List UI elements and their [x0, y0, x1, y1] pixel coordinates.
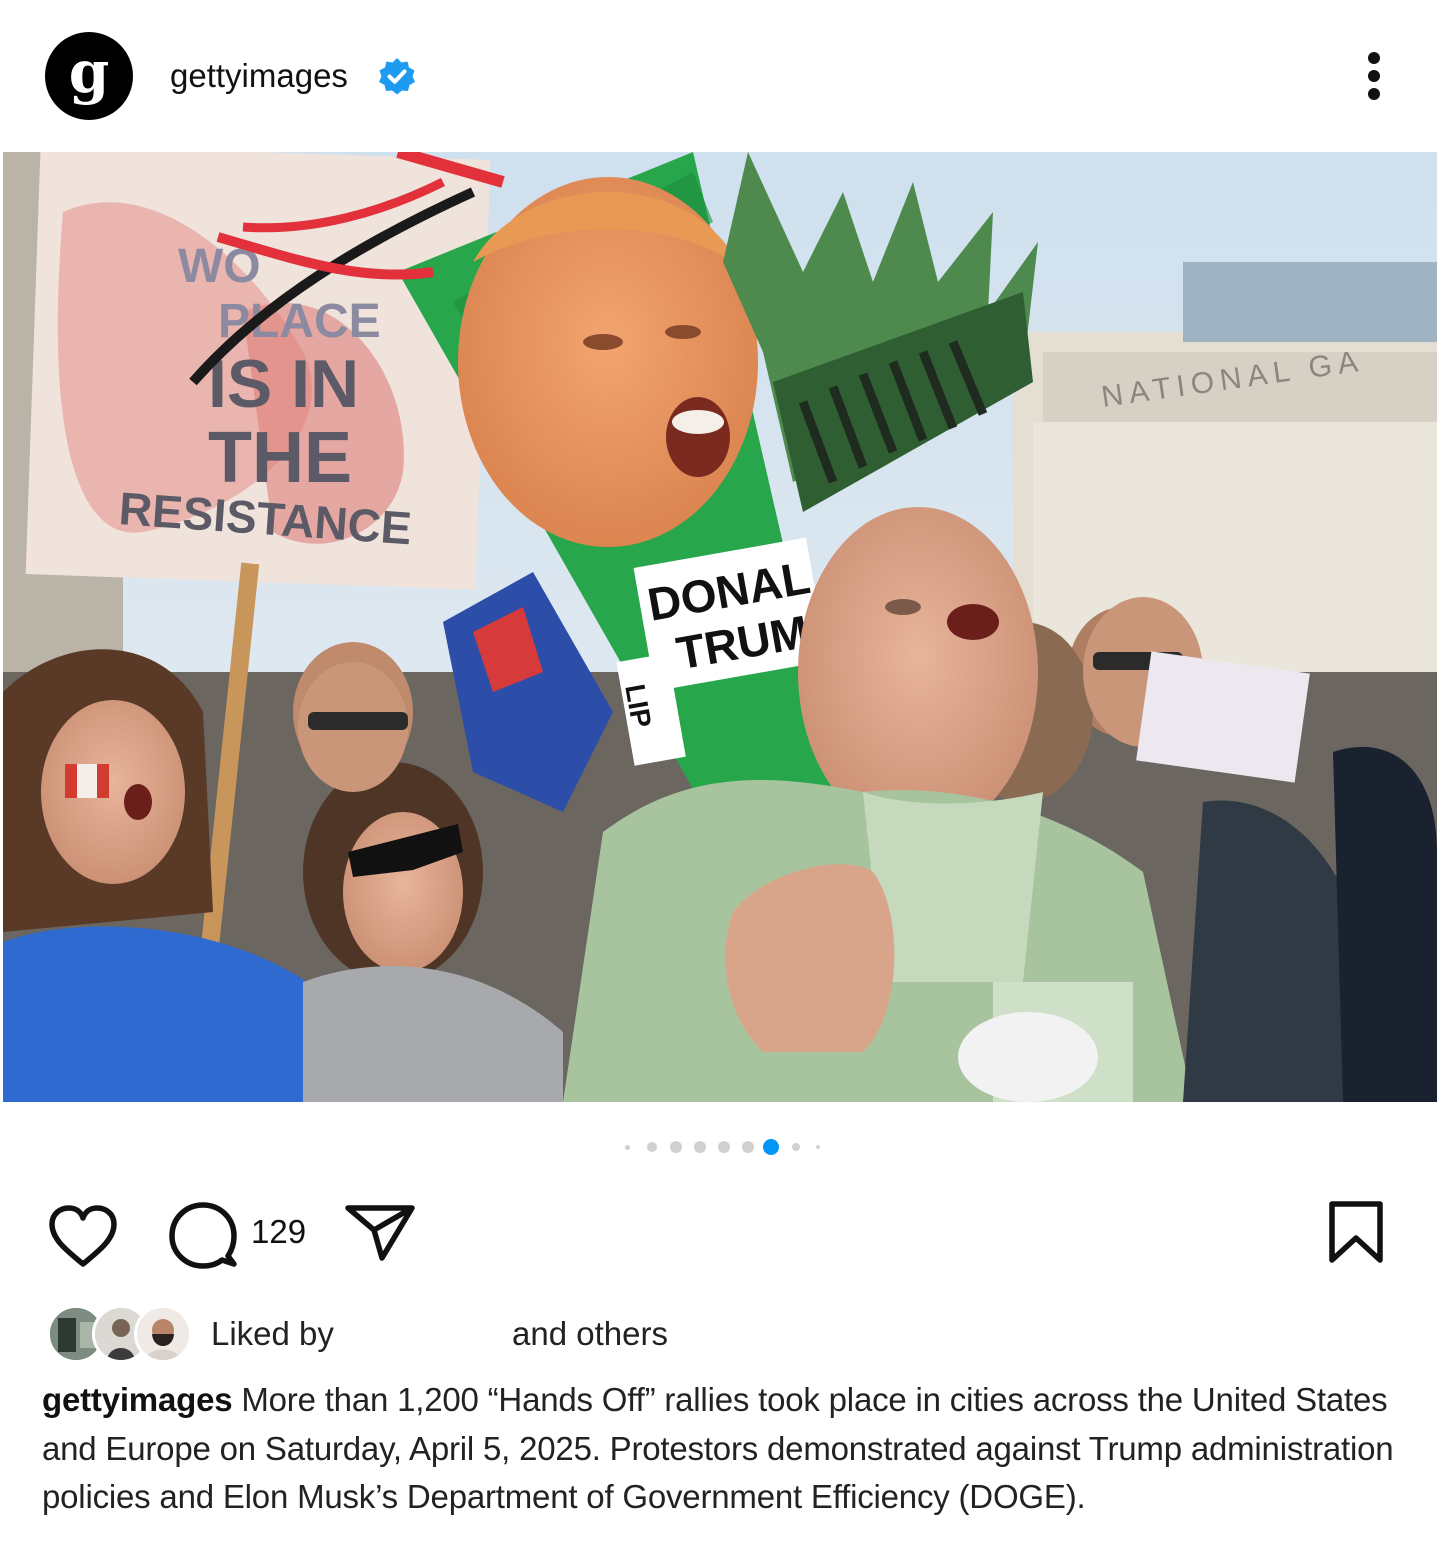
- caption-username[interactable]: gettyimages: [42, 1381, 233, 1418]
- carousel-dot: [742, 1141, 754, 1153]
- comment-icon[interactable]: [166, 1200, 240, 1274]
- post-header: g gettyimages: [0, 0, 1440, 152]
- caption-text: More than 1,200 “Hands Off” rallies took…: [42, 1381, 1394, 1515]
- carousel-dot-active: [763, 1139, 779, 1155]
- carousel-dot: [694, 1141, 706, 1153]
- heart-icon[interactable]: [46, 1204, 120, 1270]
- and-others-link[interactable]: and others: [512, 1314, 668, 1354]
- carousel-dot: [816, 1145, 820, 1149]
- sign-line-3: IS IN: [208, 346, 359, 422]
- carousel-dot: [670, 1141, 682, 1153]
- more-options-icon[interactable]: [1350, 48, 1400, 104]
- carousel-dot: [647, 1142, 657, 1152]
- carousel-dot: [625, 1145, 630, 1150]
- action-bar: [0, 1190, 1440, 1272]
- liker-avatar[interactable]: [134, 1305, 192, 1363]
- carousel-indicator: [0, 1136, 1440, 1158]
- liked-by-label: Liked by: [211, 1315, 334, 1352]
- bookmark-icon[interactable]: [1326, 1200, 1386, 1264]
- post-photo[interactable]: NATIONAL GA WO PLACE IS IN THE RESISTANC…: [3, 152, 1437, 1102]
- comment-count[interactable]: 129: [251, 1212, 306, 1252]
- protest-photo-illustration: NATIONAL GA WO PLACE IS IN THE RESISTANC…: [3, 152, 1437, 1102]
- sign-line-4: THE: [208, 418, 352, 498]
- avatar-letter: g: [68, 38, 110, 106]
- account-username[interactable]: gettyimages: [170, 56, 348, 96]
- send-icon[interactable]: [344, 1202, 416, 1262]
- carousel-dot: [792, 1143, 800, 1151]
- account-avatar[interactable]: g: [45, 32, 133, 120]
- verified-badge-icon: [379, 58, 415, 95]
- post-caption: gettyimages More than 1,200 “Hands Off” …: [42, 1376, 1412, 1522]
- carousel-dot: [718, 1141, 730, 1153]
- sign-line-2: PLACE: [218, 295, 381, 348]
